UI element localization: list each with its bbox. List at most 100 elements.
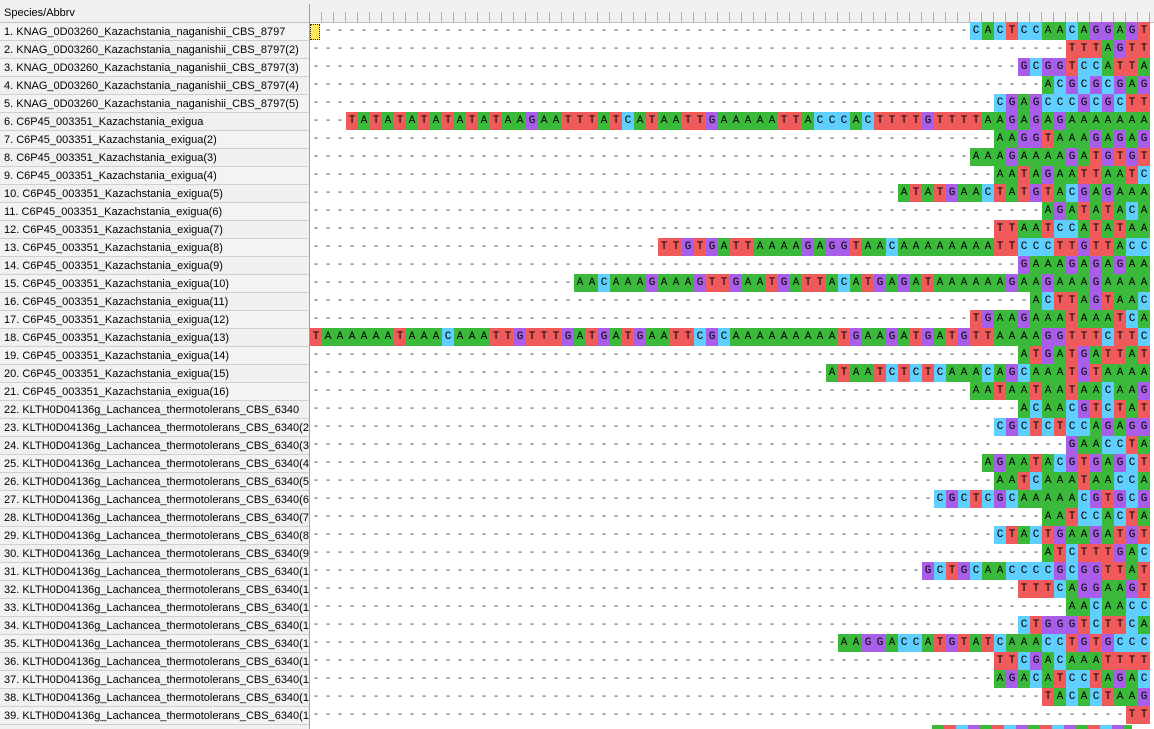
gap-cell[interactable]: -	[382, 22, 394, 40]
gap-cell[interactable]: -	[562, 526, 574, 544]
gap-cell[interactable]: -	[454, 256, 466, 274]
gap-cell[interactable]: -	[910, 202, 922, 220]
gap-cell[interactable]: -	[334, 40, 346, 58]
base-cell-A[interactable]: A	[1018, 148, 1030, 166]
gap-cell[interactable]: -	[358, 76, 370, 94]
gap-cell[interactable]: -	[706, 706, 718, 724]
base-cell-G[interactable]: G	[1030, 94, 1042, 112]
gap-cell[interactable]: -	[838, 202, 850, 220]
base-cell-A[interactable]: A	[1078, 688, 1090, 706]
gap-cell[interactable]: -	[922, 490, 934, 508]
gap-cell[interactable]: -	[670, 292, 682, 310]
gap-cell[interactable]: -	[562, 130, 574, 148]
base-cell-T[interactable]: T	[1102, 616, 1114, 634]
base-cell-A[interactable]: A	[850, 634, 862, 652]
gap-cell[interactable]: -	[334, 238, 346, 256]
sequence-row[interactable]: ----------------------------------------…	[310, 706, 1154, 724]
gap-cell[interactable]: -	[358, 148, 370, 166]
gap-cell[interactable]: -	[442, 256, 454, 274]
gap-cell[interactable]: -	[430, 598, 442, 616]
gap-cell[interactable]: -	[418, 346, 430, 364]
gap-cell[interactable]: -	[958, 166, 970, 184]
gap-cell[interactable]: -	[730, 292, 742, 310]
base-cell-A[interactable]: A	[406, 112, 418, 130]
gap-cell[interactable]: -	[790, 58, 802, 76]
gap-cell[interactable]: -	[514, 364, 526, 382]
base-cell-A[interactable]: A	[982, 382, 994, 400]
gap-cell[interactable]: -	[694, 634, 706, 652]
gap-cell[interactable]: -	[370, 616, 382, 634]
base-cell-G[interactable]: G	[1090, 292, 1102, 310]
gap-cell[interactable]: -	[718, 706, 730, 724]
base-cell-G[interactable]: G	[526, 112, 538, 130]
gap-cell[interactable]: -	[1018, 40, 1030, 58]
gap-cell[interactable]: -	[754, 472, 766, 490]
base-cell-A[interactable]: A	[1102, 526, 1114, 544]
gap-cell[interactable]: -	[646, 166, 658, 184]
sequence-name[interactable]: 33. KLTH0D04136g_Lachancea_thermotoleran…	[0, 599, 309, 617]
gap-cell[interactable]: -	[742, 220, 754, 238]
gap-cell[interactable]: -	[670, 562, 682, 580]
gap-cell[interactable]: -	[394, 688, 406, 706]
gap-cell[interactable]: -	[658, 184, 670, 202]
gap-cell[interactable]: -	[754, 616, 766, 634]
gap-cell[interactable]: -	[346, 670, 358, 688]
gap-cell[interactable]: -	[430, 166, 442, 184]
gap-cell[interactable]: -	[646, 616, 658, 634]
gap-cell[interactable]: -	[598, 292, 610, 310]
base-cell-A[interactable]: A	[958, 184, 970, 202]
base-cell-G[interactable]: G	[1102, 148, 1114, 166]
gap-cell[interactable]: -	[718, 652, 730, 670]
gap-cell[interactable]: -	[394, 220, 406, 238]
gap-cell[interactable]: -	[310, 148, 322, 166]
gap-cell[interactable]: -	[634, 418, 646, 436]
gap-cell[interactable]: -	[826, 256, 838, 274]
gap-cell[interactable]: -	[994, 400, 1006, 418]
gap-cell[interactable]: -	[334, 382, 346, 400]
gap-cell[interactable]: -	[1090, 706, 1102, 724]
gap-cell[interactable]: -	[454, 526, 466, 544]
gap-cell[interactable]: -	[658, 544, 670, 562]
gap-cell[interactable]: -	[1030, 688, 1042, 706]
gap-cell[interactable]: -	[418, 310, 430, 328]
base-cell-T[interactable]: T	[1126, 40, 1138, 58]
gap-cell[interactable]: -	[562, 310, 574, 328]
base-cell-A[interactable]: A	[826, 328, 838, 346]
gap-cell[interactable]: -	[442, 292, 454, 310]
base-cell-A[interactable]: A	[802, 328, 814, 346]
gap-cell[interactable]: -	[382, 256, 394, 274]
base-cell-T[interactable]: T	[1102, 202, 1114, 220]
base-cell-A[interactable]: A	[994, 310, 1006, 328]
base-cell-G[interactable]: G	[598, 328, 610, 346]
base-cell-A[interactable]: A	[1042, 256, 1054, 274]
gap-cell[interactable]: -	[718, 184, 730, 202]
gap-cell[interactable]: -	[454, 76, 466, 94]
base-cell-A[interactable]: A	[1126, 112, 1138, 130]
gap-cell[interactable]: -	[970, 400, 982, 418]
gap-cell[interactable]: -	[394, 346, 406, 364]
gap-cell[interactable]: -	[946, 418, 958, 436]
gap-cell[interactable]: -	[982, 40, 994, 58]
gap-cell[interactable]: -	[406, 130, 418, 148]
gap-cell[interactable]: -	[394, 76, 406, 94]
sequence-name[interactable]: 5. KNAG_0D03260_Kazachstania_naganishii_…	[0, 95, 309, 113]
base-cell-A[interactable]: A	[1066, 472, 1078, 490]
gap-cell[interactable]: -	[334, 256, 346, 274]
gap-cell[interactable]: -	[586, 58, 598, 76]
gap-cell[interactable]: -	[838, 130, 850, 148]
base-cell-G[interactable]: G	[1138, 382, 1150, 400]
gap-cell[interactable]: -	[778, 40, 790, 58]
gap-cell[interactable]: -	[742, 184, 754, 202]
sequence-row[interactable]: ----------------------AACAAAGAAAGTTGAATG…	[310, 274, 1154, 292]
gap-cell[interactable]: -	[730, 706, 742, 724]
gap-cell[interactable]: -	[682, 544, 694, 562]
gap-cell[interactable]: -	[550, 526, 562, 544]
gap-cell[interactable]: -	[310, 220, 322, 238]
gap-cell[interactable]: -	[418, 58, 430, 76]
gap-cell[interactable]: -	[742, 292, 754, 310]
gap-cell[interactable]: -	[526, 508, 538, 526]
gap-cell[interactable]: -	[694, 22, 706, 40]
gap-cell[interactable]: -	[574, 220, 586, 238]
base-cell-T[interactable]: T	[1138, 562, 1150, 580]
gap-cell[interactable]: -	[742, 634, 754, 652]
